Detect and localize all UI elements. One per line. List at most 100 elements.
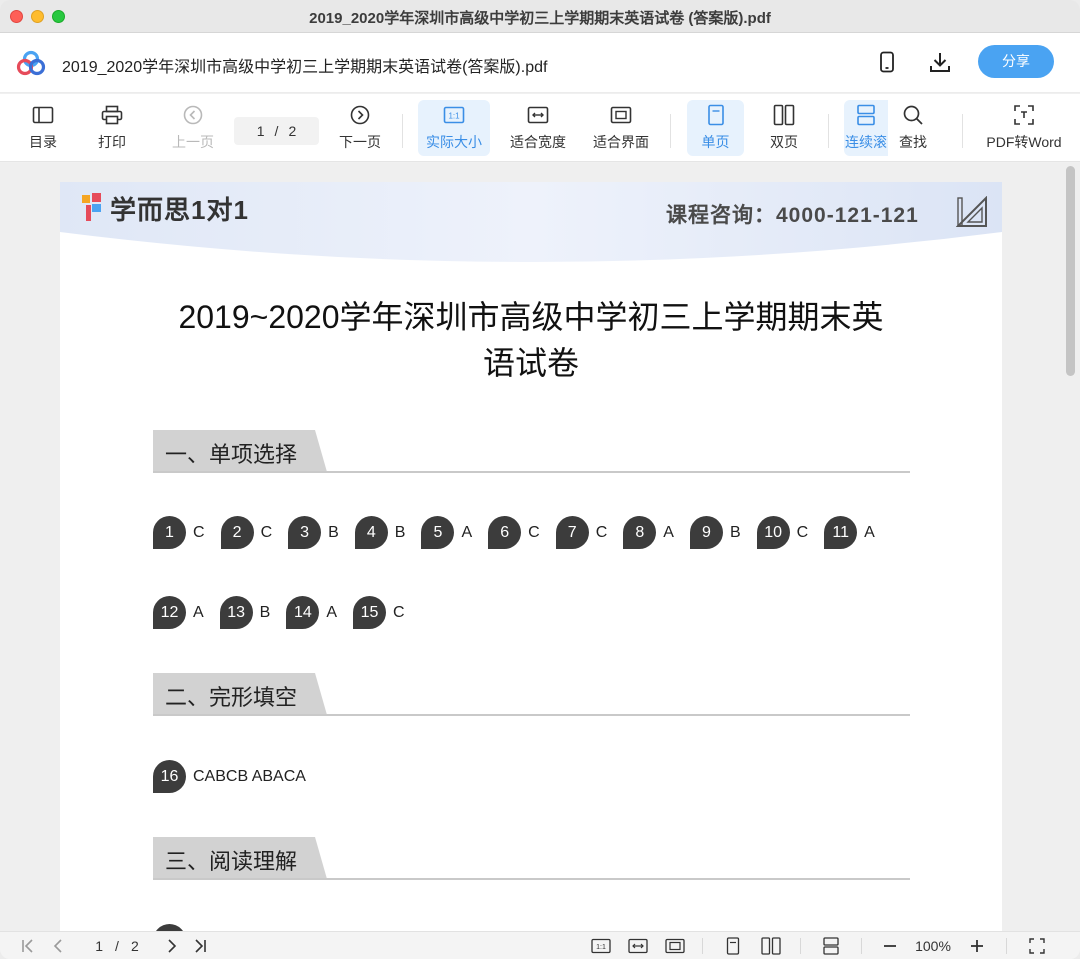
double-page-icon: [773, 104, 795, 126]
answer-item: 10 C: [756, 516, 808, 549]
toc-button[interactable]: 目录: [22, 100, 64, 156]
single-page-label: 单页: [701, 134, 730, 150]
status-bar: 1 / 2 1:1 100%: [0, 931, 1080, 959]
question-number-bubble: 5: [421, 516, 455, 549]
double-page-icon[interactable]: [760, 936, 782, 956]
fit-window-icon[interactable]: [664, 936, 686, 956]
zoom-level[interactable]: 100%: [907, 936, 959, 956]
actual-size-icon[interactable]: 1:1: [590, 936, 612, 956]
fit-width-button[interactable]: 适合宽度: [507, 100, 569, 156]
phone-icon[interactable]: [875, 49, 899, 75]
answer-row: 16 CABCB ABACA: [153, 760, 306, 793]
answer-item: 4B: [354, 516, 406, 549]
toolbar-divider: [828, 114, 829, 148]
answer-letter: B: [394, 523, 406, 541]
question-number-bubble: 9: [689, 516, 723, 549]
find-button[interactable]: 查找: [896, 100, 930, 156]
question-number-bubble: 2: [220, 516, 254, 549]
answer-letter: A: [864, 523, 875, 541]
print-label: 打印: [98, 134, 126, 150]
double-page-label: 双页: [770, 134, 798, 150]
consult-hotline: 课程咨询：4000-121-121: [666, 204, 919, 227]
document-title-line1: 2019~2020学年深圳市高级中学初三上学期期末英: [178, 299, 884, 335]
next-page-icon[interactable]: [162, 936, 182, 956]
question-number-bubble: 3: [288, 516, 322, 549]
status-divider: [702, 938, 703, 954]
prev-page-label: 上一页: [172, 134, 214, 150]
window-title: 2019_2020学年深圳市高级中学初三上学期期末英语试卷 (答案版).pdf: [309, 10, 771, 27]
status-divider: [1006, 938, 1007, 954]
answer-item: 3B: [288, 516, 339, 549]
answer-letter: B: [328, 523, 339, 541]
answer-letter: C: [595, 523, 608, 541]
actual-size-button[interactable]: 1:1 实际大小: [418, 100, 490, 156]
next-page-button[interactable]: 下一页: [337, 100, 383, 156]
question-number-bubble: 14: [286, 596, 320, 629]
answer-item: 14 A: [286, 596, 337, 629]
section-rule: [153, 471, 910, 473]
answer-letter: A: [193, 603, 204, 621]
question-number-bubble: 16: [153, 760, 186, 793]
last-page-icon[interactable]: [190, 936, 210, 956]
fit-width-icon: [527, 106, 549, 124]
question-number-bubble: 8: [623, 516, 657, 549]
question-number-bubble: 12: [153, 596, 186, 629]
answer-letter: A: [663, 523, 674, 541]
question-number-bubble: 13: [219, 596, 253, 629]
section-rule: [153, 878, 910, 880]
continuous-scroll-label: 连续滚: [845, 134, 887, 150]
search-icon: [903, 105, 923, 125]
single-page-button[interactable]: 单页: [687, 100, 744, 156]
print-button[interactable]: 打印: [91, 100, 133, 156]
pdf-to-word-button[interactable]: PDF转Word: [984, 100, 1064, 156]
vertical-scrollbar[interactable]: [1066, 166, 1075, 376]
answer-letter: B: [729, 523, 741, 541]
answer-letter: C: [193, 523, 205, 541]
answer-row: 12 A 13 B 14 A 15 C: [153, 596, 421, 629]
double-page-button[interactable]: 双页: [764, 100, 804, 156]
answer-letter: C: [260, 523, 273, 541]
fit-window-button[interactable]: 适合界面: [590, 100, 652, 156]
page-indicator[interactable]: 1 / 2: [82, 936, 152, 956]
question-number-bubble: [153, 924, 186, 931]
sidebar-icon: [32, 106, 54, 124]
zoom-out-icon[interactable]: [880, 936, 900, 956]
question-number-bubble: 1: [153, 516, 186, 549]
zoom-in-icon[interactable]: [967, 936, 987, 956]
answer-row: 1 C 2 C 3 B 4 B 5 A 6 C 7 C 8 A 9 B 10 C 11 A: [153, 516, 891, 549]
pdf-to-word-label: PDF转Word: [986, 134, 1062, 150]
page-separator: /: [115, 938, 119, 954]
single-page-icon[interactable]: [723, 936, 743, 956]
share-button[interactable]: 分享: [978, 45, 1054, 78]
cloze-answers: CABCB ABACA: [193, 767, 306, 785]
answer-item: 2C: [220, 516, 273, 549]
prev-page-icon[interactable]: [48, 936, 68, 956]
current-page: 1: [256, 123, 265, 139]
answer-item: 11 A: [824, 516, 875, 549]
actual-size-icon-text: 1:1: [448, 112, 460, 121]
first-page-icon[interactable]: [18, 936, 38, 956]
question-number-bubble: 4: [354, 516, 388, 549]
total-pages: 2: [288, 123, 297, 139]
brand-name: 学而思1对1: [110, 195, 249, 225]
fit-width-icon[interactable]: [627, 936, 649, 956]
title-bar: 2019_2020学年深圳市高级中学初三上学期期末英语试卷 (答案版).pdf: [0, 0, 1080, 33]
prev-page-button[interactable]: 上一页: [170, 100, 216, 156]
answer-item: 8A: [623, 516, 674, 549]
question-number-bubble: 10: [756, 516, 790, 549]
ruler-triangle-icon: [956, 196, 987, 227]
pdf-viewer-window: 2019_2020学年深圳市高级中学初三上学期期末英语试卷 (答案版).pdf …: [0, 0, 1080, 959]
download-icon[interactable]: [928, 49, 952, 75]
fullscreen-icon[interactable]: [1026, 936, 1048, 956]
section-title: 三、阅读理解: [165, 849, 298, 874]
continuous-scroll-icon[interactable]: [820, 936, 842, 956]
question-number-bubble: 11: [824, 516, 858, 549]
page-number-input[interactable]: 1 / 2: [234, 117, 319, 145]
page-separator: /: [274, 123, 279, 139]
document-viewer[interactable]: 学而思1对1 课程咨询：4000-121-121 2019~2020学年深圳市高…: [0, 163, 1080, 931]
actual-size-label: 实际大小: [426, 134, 482, 150]
fit-window-icon: [610, 106, 632, 124]
answer-item: 15 C: [353, 596, 405, 629]
continuous-scroll-button[interactable]: 连续滚: [844, 100, 888, 156]
printer-icon: [101, 105, 123, 125]
